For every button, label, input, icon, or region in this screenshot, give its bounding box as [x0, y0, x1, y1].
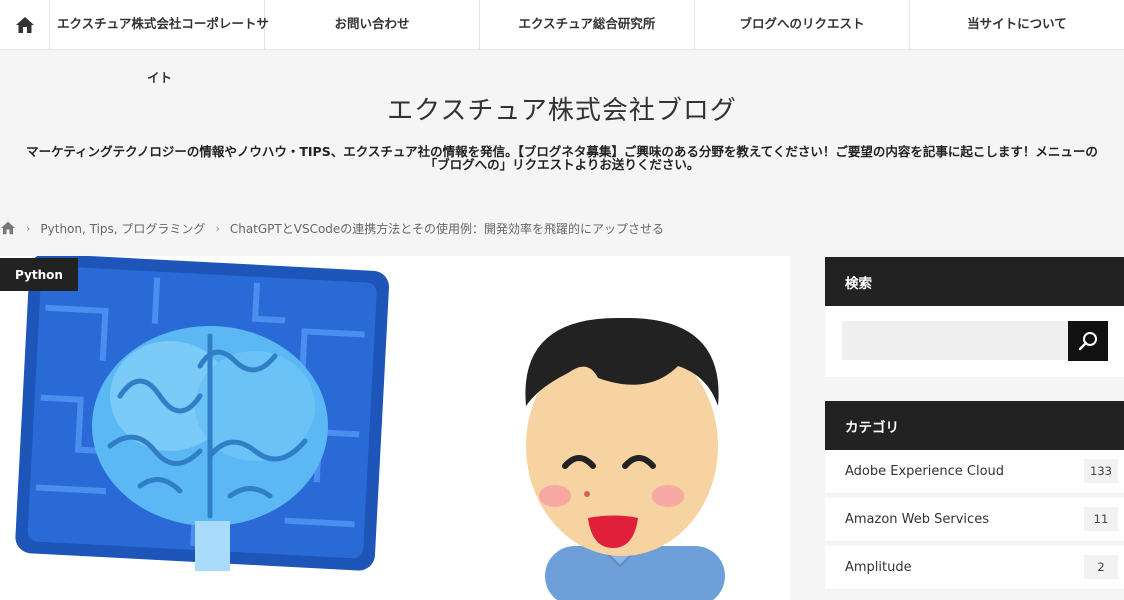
chevron-right-icon: ›	[26, 221, 31, 235]
nav-item-blog-request[interactable]: ブログへのリクエスト	[695, 0, 910, 50]
category-item[interactable]: Amazon Web Services 11	[825, 498, 1124, 541]
chevron-right-icon: ›	[215, 221, 220, 235]
category-name: Adobe Experience Cloud	[845, 464, 1005, 479]
global-nav: エクスチュア株式会社コーポレートサ お問い合わせ エクスチュア総合研究所 ブログ…	[0, 0, 1124, 50]
category-widget-title: カテゴリ	[825, 401, 1124, 450]
category-name: Amplitude	[845, 560, 912, 575]
site-title[interactable]: エクスチュア株式会社ブログ	[0, 90, 1124, 127]
nav-item-contact[interactable]: お問い合わせ	[265, 0, 480, 50]
eyecatch-image	[0, 256, 790, 600]
category-item[interactable]: Adobe Experience Cloud 133	[825, 450, 1124, 493]
search-input[interactable]	[842, 321, 1068, 360]
nav-item-research[interactable]: エクスチュア総合研究所	[480, 0, 695, 50]
category-count: 2	[1084, 555, 1118, 579]
category-badge[interactable]: Python	[0, 258, 78, 291]
home-icon	[15, 17, 34, 33]
site-description: マーケティングテクノロジーの情報やノウハウ・TIPS、エクスチュア社の情報を発信…	[0, 145, 1124, 171]
breadcrumb: › Python, Tips, プログラミング › ChatGPTとVSCode…	[0, 219, 664, 237]
breadcrumb-categories[interactable]: Python, Tips, プログラミング	[40, 220, 205, 237]
category-count: 11	[1084, 507, 1118, 531]
home-nav-button[interactable]	[0, 0, 50, 50]
nav-item-about[interactable]: 当サイトについて	[910, 0, 1124, 50]
category-item[interactable]: Amplitude 2	[825, 546, 1124, 589]
category-name: Amazon Web Services	[845, 512, 989, 527]
eyecatch-illustration	[0, 256, 790, 600]
search-icon	[1078, 332, 1097, 351]
category-count: 133	[1084, 459, 1118, 483]
site-description-line-2: 「ブログへの」リクエストよりお送りください。	[424, 157, 700, 172]
breadcrumb-current: ChatGPTとVSCodeの連携方法とその使用例：開発効率を飛躍的にアップさせ…	[229, 221, 664, 236]
search-widget-title: 検索	[825, 257, 1124, 306]
nav-item-corporate-site[interactable]: エクスチュア株式会社コーポレートサ	[50, 0, 269, 50]
search-button[interactable]	[1068, 321, 1108, 361]
search-widget	[825, 306, 1124, 377]
home-icon[interactable]	[0, 221, 16, 235]
nav-item-corporate-site-overflow[interactable]: イト	[147, 67, 172, 86]
